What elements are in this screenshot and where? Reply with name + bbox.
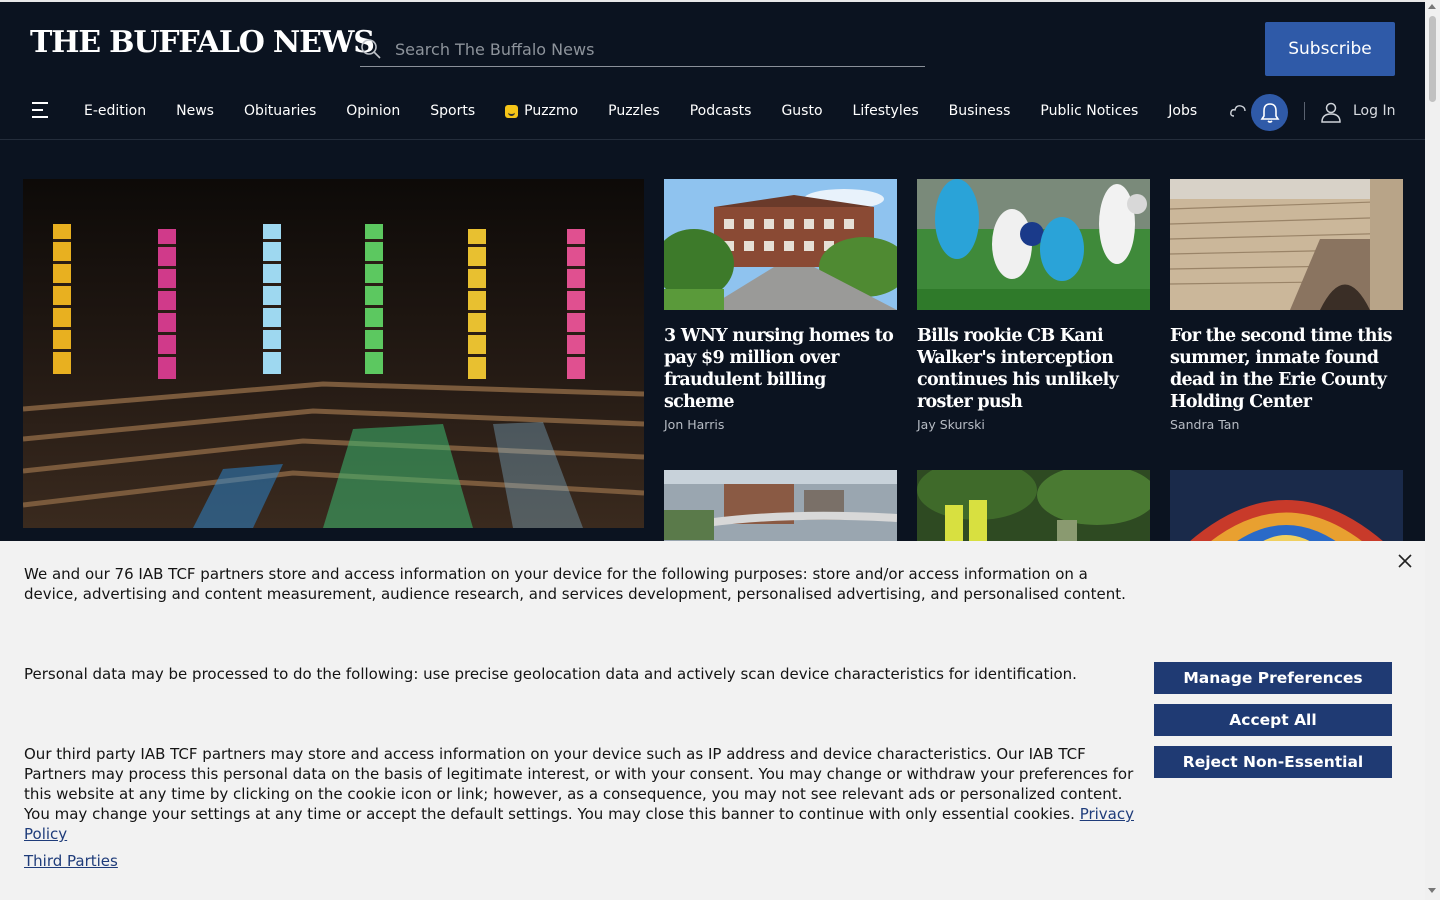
scroll-up-arrow-icon[interactable] — [1428, 4, 1436, 9]
nav-items: E-edition News Obituaries Opinion Sports… — [69, 92, 1212, 130]
top-border — [0, 0, 1425, 2]
search-input[interactable] — [393, 34, 917, 64]
bell-icon — [1260, 102, 1279, 123]
story-author[interactable]: Jon Harris — [664, 417, 897, 432]
login-link[interactable]: Log In — [1353, 92, 1395, 130]
story-card[interactable]: For the second time this summer, inmate … — [1170, 179, 1403, 432]
nav-item-obituaries[interactable]: Obituaries — [229, 92, 331, 130]
nav-item-lifestyles[interactable]: Lifestyles — [838, 92, 934, 130]
puzzmo-icon — [505, 104, 519, 118]
cookie-text-personal-data: Personal data may be processed to do the… — [24, 665, 1077, 683]
nav-item-podcasts[interactable]: Podcasts — [675, 92, 767, 130]
theater-photo — [1170, 470, 1403, 550]
cookie-text-partners-body: Our third party IAB TCF partners may sto… — [24, 745, 1134, 823]
cookie-consent-banner: We and our 76 IAB TCF partners store and… — [0, 541, 1425, 900]
story-image-workers[interactable] — [917, 470, 1150, 550]
page-scrollbar[interactable] — [1425, 0, 1440, 900]
manage-preferences-button[interactable]: Manage Preferences — [1154, 662, 1392, 694]
reject-non-essential-button[interactable]: Reject Non-Essential — [1154, 746, 1392, 778]
search-icon[interactable] — [360, 38, 382, 60]
nav-item-sports[interactable]: Sports — [415, 92, 490, 130]
scrollbar-thumb[interactable] — [1429, 16, 1436, 102]
story-image-theater[interactable] — [1170, 470, 1403, 550]
nav-item-business[interactable]: Business — [934, 92, 1026, 130]
waterfront-photo — [664, 470, 897, 550]
accept-all-button[interactable]: Accept All — [1154, 704, 1392, 736]
nav-divider — [1304, 102, 1305, 120]
workers-photo — [917, 470, 1150, 550]
scroll-down-arrow-icon[interactable] — [1428, 888, 1436, 893]
hero-image[interactable] — [23, 179, 644, 528]
nav-item-puzzmo-label: Puzzmo — [524, 103, 579, 119]
story-card[interactable]: Bills rookie CB Kani Walker's intercepti… — [917, 179, 1150, 432]
nav-item-public-notices[interactable]: Public Notices — [1025, 92, 1153, 130]
third-parties-link[interactable]: Third Parties — [24, 852, 118, 870]
nav-item-puzzles[interactable]: Puzzles — [593, 92, 675, 130]
site-logo[interactable]: THE BUFFALO NEWS — [30, 24, 375, 62]
nav-item-puzzmo[interactable]: Puzzmo — [490, 92, 593, 130]
story-title[interactable]: For the second time this summer, inmate … — [1170, 325, 1403, 413]
church-pews-image — [23, 179, 644, 528]
nursing-home-photo — [664, 179, 897, 310]
main-nav: E-edition News Obituaries Opinion Sports… — [0, 92, 1425, 140]
nav-item-opinion[interactable]: Opinion — [331, 92, 415, 130]
story-image-nursing-home[interactable] — [664, 179, 897, 310]
story-title[interactable]: 3 WNY nursing homes to pay $9 million ov… — [664, 325, 897, 413]
close-icon[interactable] — [1396, 552, 1414, 570]
nav-item-gusto[interactable]: Gusto — [766, 92, 837, 130]
weather-cloud-icon[interactable] — [1229, 102, 1251, 120]
story-image-holding-center[interactable] — [1170, 179, 1403, 310]
story-author[interactable]: Sandra Tan — [1170, 417, 1403, 432]
nav-item-jobs[interactable]: Jobs — [1153, 92, 1212, 130]
nav-item-e-edition[interactable]: E-edition — [69, 92, 161, 130]
subscribe-button[interactable]: Subscribe — [1265, 22, 1395, 76]
story-card[interactable]: 3 WNY nursing homes to pay $9 million ov… — [664, 179, 897, 432]
hamburger-menu-icon[interactable] — [30, 101, 50, 119]
user-icon[interactable] — [1320, 101, 1342, 123]
holding-center-photo — [1170, 179, 1403, 310]
search-bar — [360, 30, 925, 67]
story-title[interactable]: Bills rookie CB Kani Walker's intercepti… — [917, 325, 1150, 413]
cookie-text-purposes: We and our 76 IAB TCF partners store and… — [24, 565, 1126, 603]
notifications-button[interactable] — [1251, 94, 1288, 131]
story-author[interactable]: Jay Skurski — [917, 417, 1150, 432]
nav-item-news[interactable]: News — [161, 92, 229, 130]
story-image-waterfront[interactable] — [664, 470, 897, 550]
football-game-photo — [917, 179, 1150, 310]
story-image-bills-interception[interactable] — [917, 179, 1150, 310]
cookie-text-partners: Our third party IAB TCF partners may sto… — [24, 744, 1134, 844]
